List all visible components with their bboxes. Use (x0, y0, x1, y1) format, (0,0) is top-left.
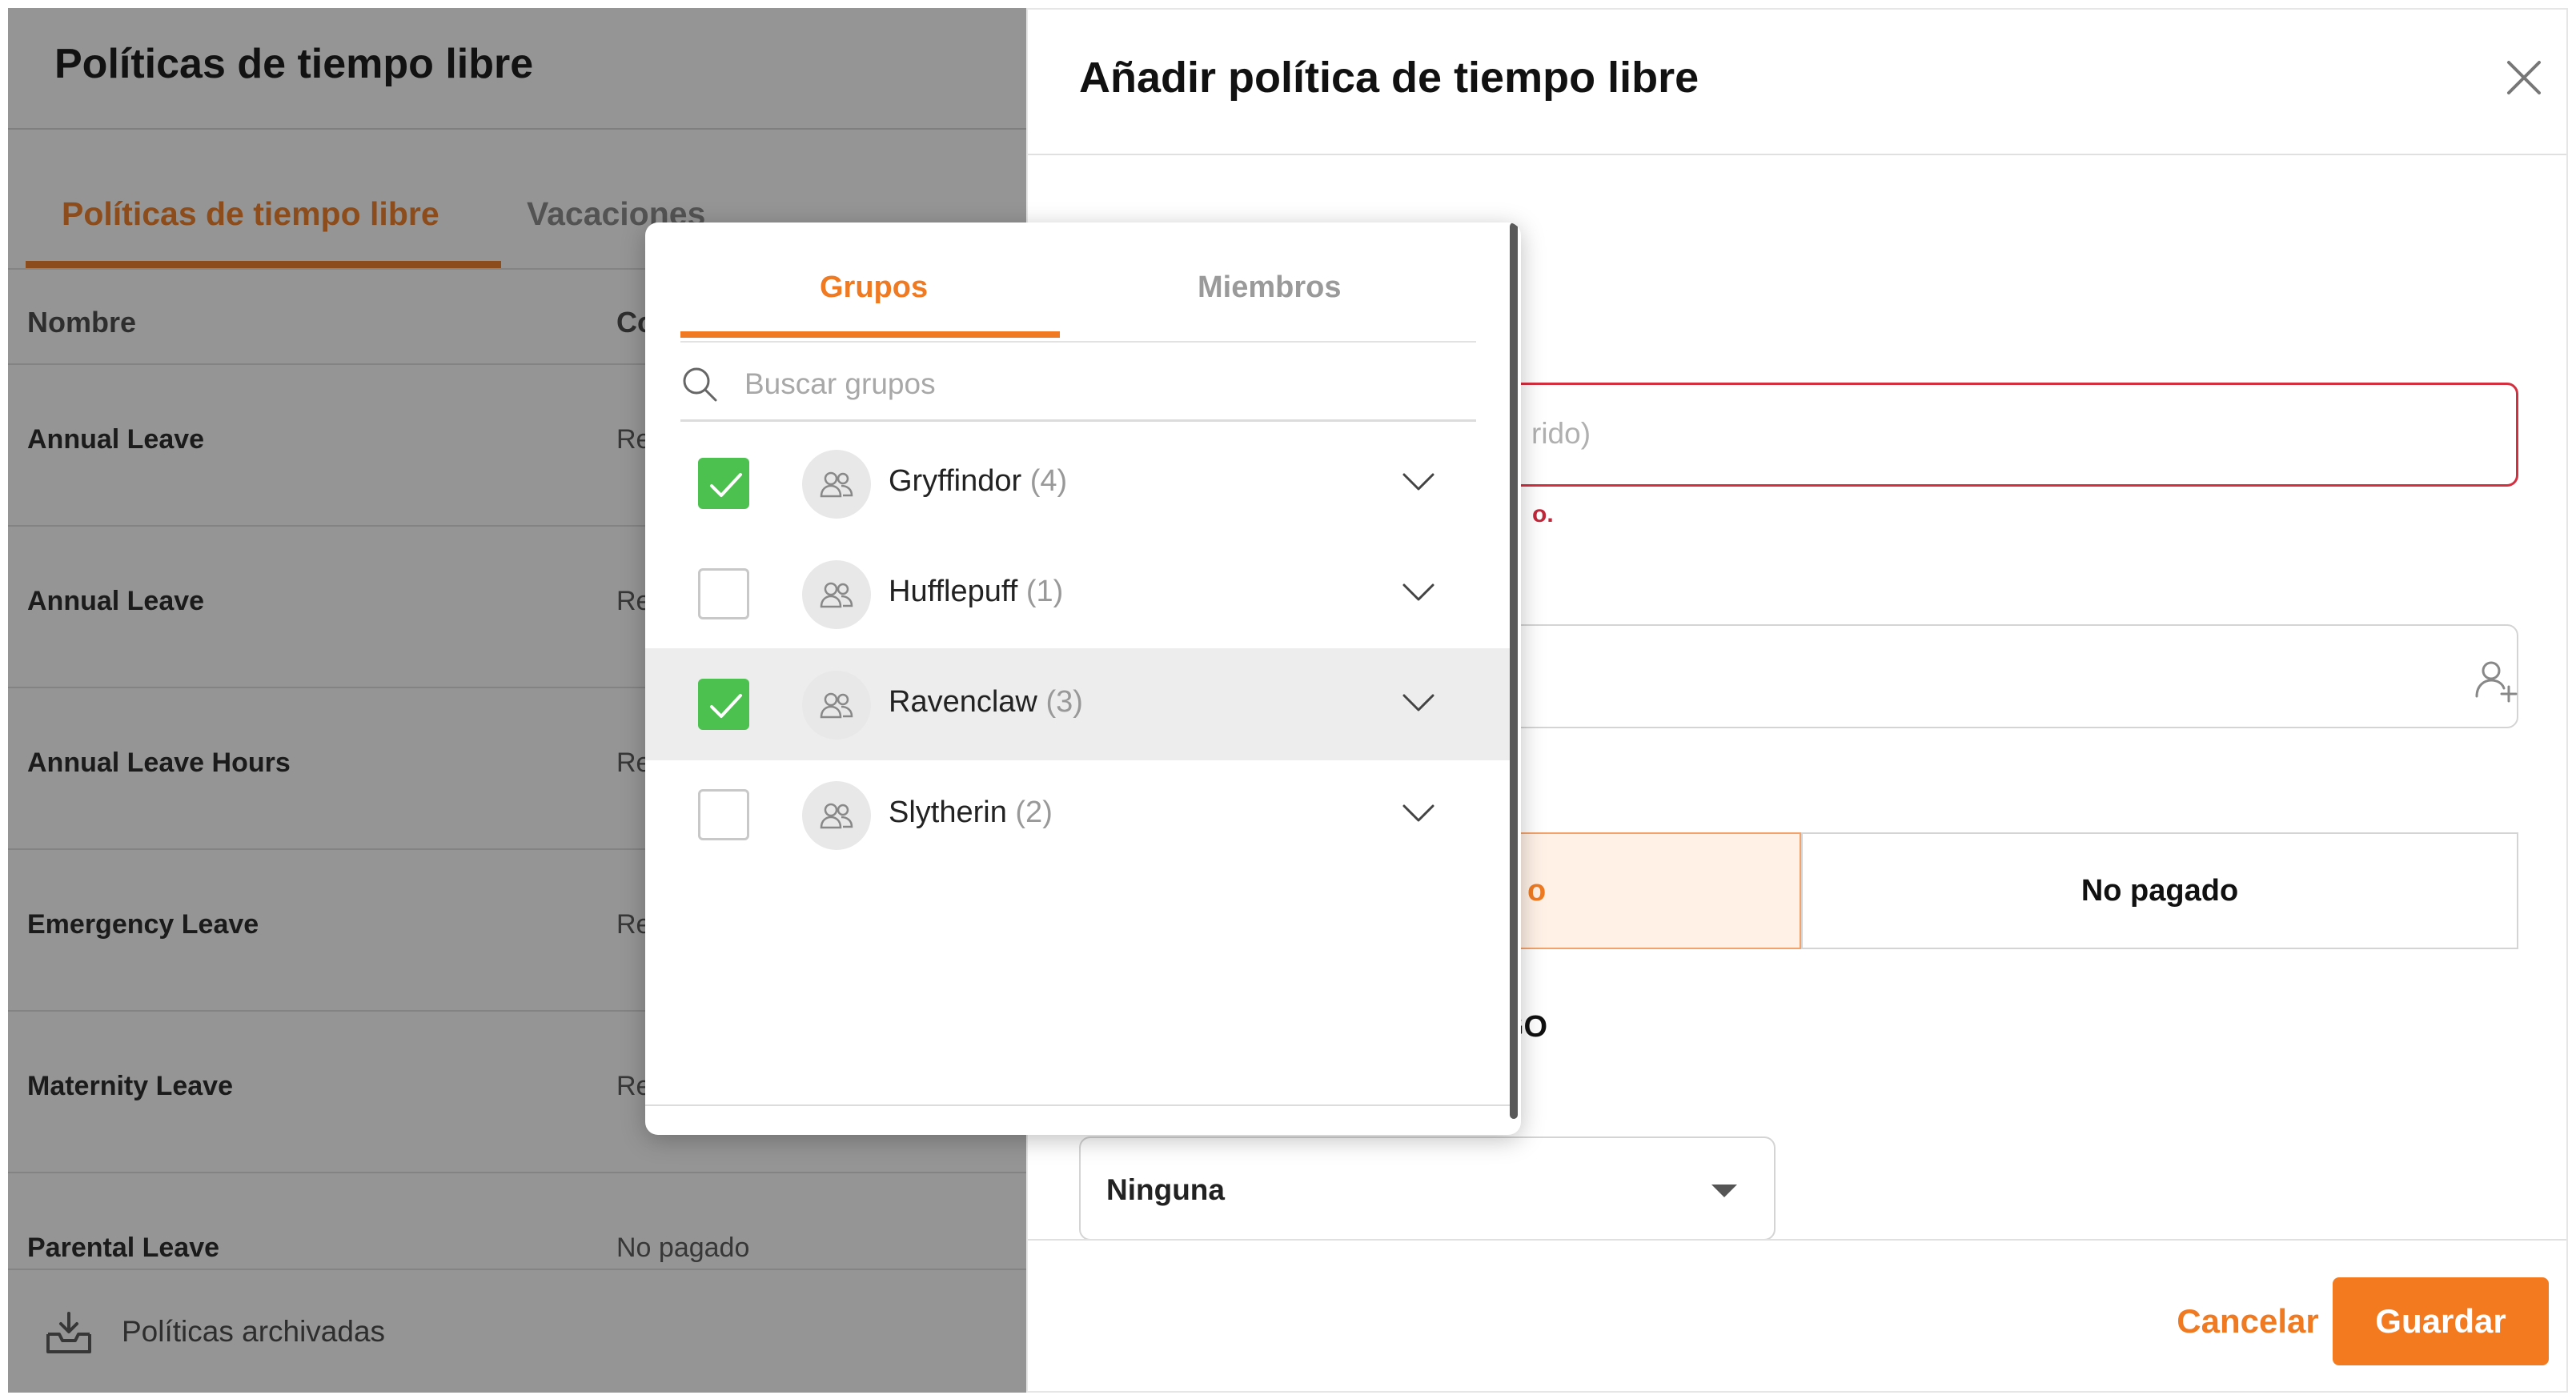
picker-tabs-divider (680, 341, 1476, 343)
policy-name-error: o. (1532, 501, 1554, 527)
group-name: Slytherin (889, 796, 1007, 829)
group-avatar (802, 450, 871, 519)
group-avatar (802, 671, 871, 740)
group-people-icon (820, 582, 853, 608)
group-people-icon (820, 471, 853, 498)
picker-bottom-divider (645, 1104, 1510, 1106)
group-member-count: (3) (1045, 685, 1083, 719)
search-divider (680, 419, 1476, 422)
group-avatar (802, 781, 871, 850)
group-row-gryffindor[interactable]: Gryffindor (4) (645, 427, 1510, 539)
picker-scrollbar[interactable] (1510, 222, 1518, 1119)
group-picker-popover: Grupos Miembros Gryffindor (4) Hufflepuf… (645, 222, 1521, 1135)
checkmark-icon (710, 473, 742, 497)
group-checkbox[interactable] (698, 568, 749, 619)
group-label: Gryffindor (4) (889, 464, 1067, 499)
group-avatar (802, 560, 871, 629)
group-label: Hufflepuff (1) (889, 575, 1063, 609)
group-checkbox[interactable] (698, 458, 749, 509)
accrual-select-value: Ninguna (1106, 1173, 1225, 1206)
group-row-slytherin[interactable]: Slytherin (2) (645, 759, 1510, 871)
add-person-icon[interactable] (2474, 656, 2520, 703)
accrual-select[interactable]: Ninguna (1079, 1136, 1776, 1241)
tab-groups[interactable]: Grupos (820, 271, 928, 305)
chevron-down-icon[interactable] (1401, 802, 1436, 824)
caret-down-icon (1711, 1185, 1737, 1197)
chevron-down-icon[interactable] (1401, 691, 1436, 714)
group-label: Slytherin (2) (889, 796, 1053, 830)
close-icon[interactable] (2499, 53, 2549, 102)
group-member-count: (2) (1015, 796, 1053, 829)
chevron-down-icon[interactable] (1401, 581, 1436, 603)
group-name: Ravenclaw (889, 685, 1037, 719)
cancel-button[interactable]: Cancelar (2152, 1277, 2344, 1365)
tab-members[interactable]: Miembros (1198, 271, 1341, 305)
group-row-ravenclaw[interactable]: Ravenclaw (3) (645, 648, 1510, 760)
checkmark-icon (710, 694, 742, 718)
policy-name-placeholder: rido) (1531, 417, 1591, 450)
footer-divider (1028, 1239, 2566, 1241)
group-name: Hufflepuff (889, 575, 1018, 608)
group-member-count: (4) (1029, 464, 1068, 498)
group-people-icon (820, 692, 853, 719)
save-button[interactable]: Guardar (2333, 1277, 2549, 1365)
group-row-hufflepuff[interactable]: Hufflepuff (1) (645, 538, 1510, 650)
group-search-input[interactable] (744, 362, 1449, 407)
paid-option-label: o (1527, 874, 1547, 908)
group-people-icon (820, 803, 853, 829)
group-label: Ravenclaw (3) (889, 685, 1083, 720)
group-checkbox[interactable] (698, 789, 749, 840)
unpaid-option[interactable]: No pagado (1801, 832, 2518, 949)
active-tab-indicator (680, 331, 1060, 338)
drawer-header-divider (1028, 154, 2566, 155)
unpaid-option-label: No pagado (2080, 874, 2239, 908)
group-member-count: (1) (1025, 575, 1064, 608)
chevron-down-icon[interactable] (1401, 471, 1436, 493)
group-checkbox[interactable] (698, 679, 749, 730)
group-name: Gryffindor (889, 464, 1022, 498)
drawer-title: Añadir política de tiempo libre (1079, 54, 1699, 102)
search-icon (683, 367, 717, 402)
